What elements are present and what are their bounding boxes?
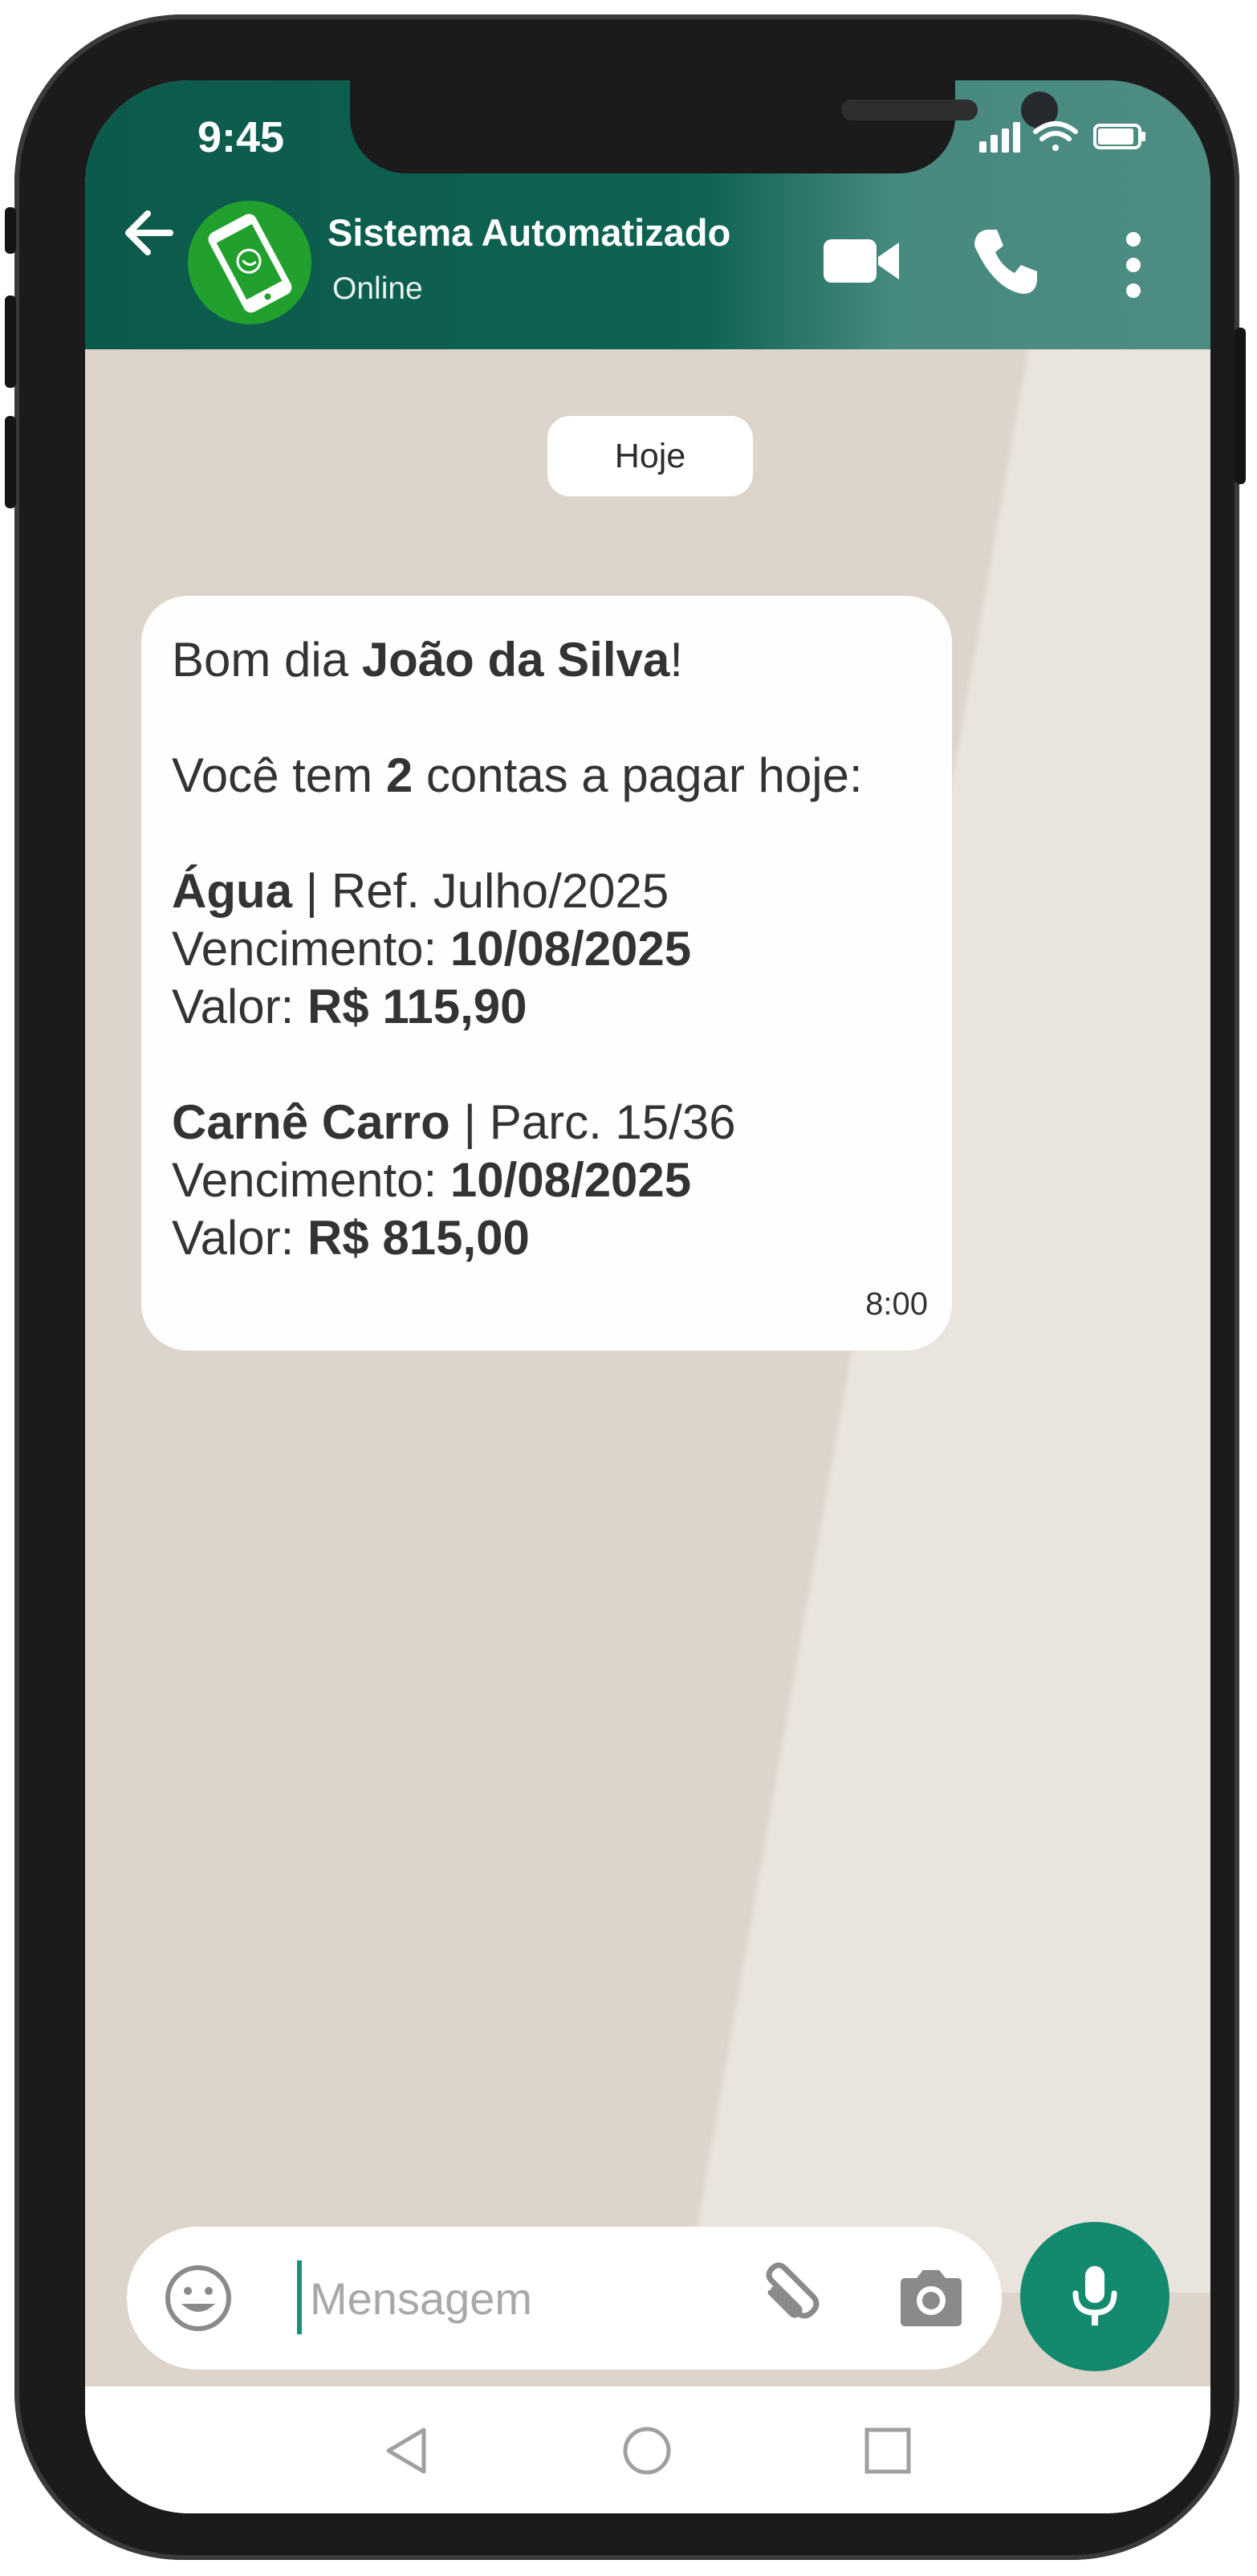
message-time: 8:00 <box>865 1286 928 1322</box>
bill-name: Carnê Carro <box>172 1095 450 1149</box>
camera-icon[interactable] <box>893 2264 970 2333</box>
bill-title: Carnê Carro | Parc. 15/36 <box>172 1094 921 1151</box>
battery-icon <box>1093 124 1145 149</box>
mic-button[interactable] <box>1020 2222 1170 2371</box>
nav-recents-icon[interactable] <box>856 2419 920 2483</box>
side-button <box>5 296 16 388</box>
message-bubble[interactable]: Bom dia João da Silva! Você tem 2 contas… <box>141 596 952 1351</box>
bill-amount: Valor: R$ 115,90 <box>172 978 921 1036</box>
side-button <box>5 207 16 254</box>
greeting-prefix: Bom dia <box>172 633 362 687</box>
count-suffix: contas a pagar hoje: <box>413 748 863 802</box>
avatar[interactable] <box>188 201 311 324</box>
due-label: Vencimento: <box>172 922 450 976</box>
message-composer <box>127 2227 1002 2370</box>
attach-icon[interactable] <box>750 2259 827 2336</box>
navigation-bar <box>85 2386 1210 2513</box>
phone-icon[interactable] <box>970 225 1042 297</box>
message-input[interactable] <box>308 2259 761 2338</box>
speaker-grille <box>841 100 978 120</box>
bill-ref: | Parc. 15/36 <box>450 1095 736 1149</box>
contact-status: Online <box>332 271 423 306</box>
nav-home-icon[interactable] <box>615 2419 679 2483</box>
due-date: 10/08/2025 <box>450 1153 692 1207</box>
status-time: 9:45 <box>197 113 285 161</box>
greeting-suffix: ! <box>669 633 683 687</box>
signal-icon <box>979 122 1020 153</box>
amount-label: Valor: <box>172 1211 307 1265</box>
wifi-icon <box>1033 121 1078 151</box>
count-line: Você tem 2 contas a pagar hoje: <box>172 747 921 805</box>
emoji-icon[interactable] <box>162 2262 234 2334</box>
bill-name: Água <box>172 864 292 918</box>
side-button <box>1235 328 1246 484</box>
whatsapp-phone-icon <box>208 214 292 313</box>
nav-back-icon[interactable] <box>374 2419 438 2483</box>
bill-due: Vencimento: 10/08/2025 <box>172 1151 921 1209</box>
amount-value: R$ 115,90 <box>307 980 527 1033</box>
bill-due: Vencimento: 10/08/2025 <box>172 920 921 978</box>
count-prefix: Você tem <box>172 748 386 802</box>
mic-icon <box>1072 2266 1117 2325</box>
phone-frame: 9:45 Sistema Automatizado Online Hoje Bo… <box>5 14 1246 2560</box>
greeting-name: João da Silva <box>361 633 670 687</box>
more-icon[interactable] <box>1121 230 1146 300</box>
notch <box>350 80 1058 173</box>
greeting-line: Bom dia João da Silva! <box>172 631 921 689</box>
contact-name[interactable]: Sistema Automatizado <box>327 210 730 255</box>
amount-label: Valor: <box>172 980 307 1033</box>
back-arrow-icon[interactable] <box>117 201 181 265</box>
side-button <box>5 416 16 508</box>
status-icons <box>979 121 1145 153</box>
video-icon[interactable] <box>822 233 902 289</box>
bill-amount: Valor: R$ 815,00 <box>172 1209 921 1267</box>
bill-title: Água | Ref. Julho/2025 <box>172 862 921 920</box>
amount-value: R$ 815,00 <box>307 1211 530 1265</box>
count-value: 2 <box>385 748 413 802</box>
text-caret <box>297 2260 302 2334</box>
bill-ref: | Ref. Julho/2025 <box>292 864 669 918</box>
due-date: 10/08/2025 <box>450 922 692 976</box>
date-chip: Hoje <box>547 416 753 496</box>
phone-screen: 9:45 Sistema Automatizado Online Hoje Bo… <box>85 80 1210 2513</box>
chat-area[interactable]: Hoje Bom dia João da Silva! Você tem 2 c… <box>85 349 1210 2293</box>
due-label: Vencimento: <box>172 1153 450 1207</box>
